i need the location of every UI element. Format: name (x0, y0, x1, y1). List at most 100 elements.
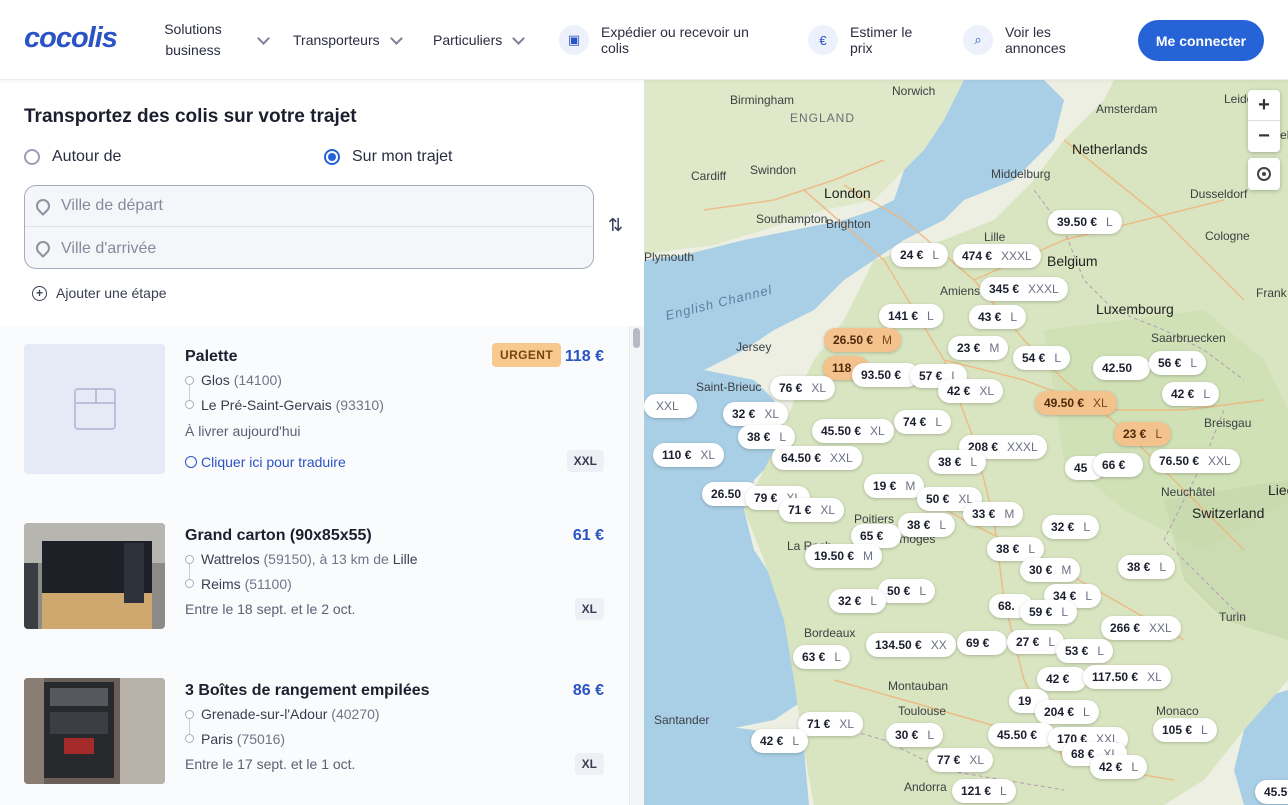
nav-transporteurs[interactable]: Transporteurs (293, 0, 403, 80)
map-price-chip[interactable]: 42 € XL (938, 379, 1004, 403)
departure-placeholder: Ville de départ (61, 197, 163, 214)
map-price-chip[interactable]: 19 € M (864, 474, 925, 498)
map-price-chip[interactable]: 54 € L (1013, 346, 1071, 370)
map-price-chip[interactable]: 45.50 (1255, 780, 1288, 804)
map-price-chip[interactable]: 74 € L (894, 410, 952, 434)
map-price-chip[interactable]: 345 € XXXL (980, 277, 1068, 301)
chip-price: 117.50 € (1092, 670, 1139, 684)
map-price-chip[interactable]: 32 € L (829, 589, 887, 613)
listing-card[interactable]: Grand carton (90x85x55) 61 € Wattrelos (… (0, 505, 628, 665)
map-price-chip[interactable]: 45.50 € XL (812, 419, 894, 443)
translate-link[interactable]: Cliquer ici pour traduire (185, 454, 346, 470)
swap-arrows-icon[interactable]: ⇅ (608, 215, 623, 236)
map-price-chip[interactable]: 117.50 € XL (1083, 665, 1171, 689)
map-label: Montauban (888, 679, 949, 693)
map-price-chip[interactable]: 42 € L (1162, 382, 1220, 406)
map-price-chip[interactable]: 43 € L (969, 305, 1027, 329)
map-price-chip[interactable]: 77 € XL (928, 748, 994, 772)
nav-solutions-business[interactable]: Solutions business (157, 0, 270, 80)
map-price-chip[interactable]: 30 € M (1020, 558, 1081, 582)
map-label: Swindon (750, 163, 797, 177)
map-price-chip-urgent[interactable]: 26.50 € M (824, 328, 902, 352)
listing-title[interactable]: Grand carton (90x85x55) (185, 527, 372, 545)
nav-see-listings[interactable]: ⌕ Voir les annonces (963, 0, 1077, 80)
radio-on-route[interactable]: Sur mon trajet (324, 148, 452, 166)
map-price-chip[interactable]: 42.50 (1093, 356, 1151, 380)
map-price-chip-urgent[interactable]: 23 € L (1114, 422, 1172, 446)
chip-size: L (870, 594, 878, 608)
chip-size: XXL (830, 451, 853, 465)
map-price-chip[interactable]: 30 € L (886, 723, 944, 747)
nav-ship-or-receive[interactable]: ▣ Expédier ou recevoir un colis (559, 0, 771, 80)
map-price-chip[interactable]: 53 € L (1056, 639, 1114, 663)
map-price-chip[interactable]: 38 € L (898, 513, 956, 537)
radio-button[interactable] (24, 149, 40, 165)
nav-particuliers[interactable]: Particuliers (433, 0, 526, 80)
map-price-chip[interactable]: 38 € L (1118, 555, 1176, 579)
map-price-chip[interactable]: 105 € L (1153, 718, 1217, 742)
map-price-chip[interactable]: 71 € XL (779, 498, 845, 522)
map-view[interactable]: Birmingham Norwich ENGLAND Amsterdam Lei… (644, 80, 1288, 805)
chip-price: 32 € (1051, 520, 1075, 534)
package-icon (73, 388, 116, 430)
map-label: Birmingham (730, 93, 795, 107)
cocolis-logo[interactable]: cocolis (24, 22, 118, 55)
add-step-button[interactable]: + Ajouter une étape (32, 285, 167, 301)
map-price-chip[interactable]: 93.50 € (852, 363, 920, 387)
map-price-chip[interactable]: 32 € L (1042, 515, 1100, 539)
chip-price: 42 € (947, 384, 971, 398)
nav-estimate-price[interactable]: € Estimer le prix (808, 0, 920, 80)
listing-title[interactable]: Palette (185, 348, 237, 366)
map-price-chip[interactable]: 42 € L (751, 729, 809, 753)
map-price-chip[interactable]: 42 € L (1090, 755, 1148, 779)
listing-card[interactable]: 3 Boîtes de rangement empilées 86 € Gren… (0, 660, 628, 805)
listing-photo (24, 678, 165, 784)
map-price-chip[interactable]: 76.50 € XXL (1150, 449, 1240, 473)
map-price-chip[interactable]: 474 € XXXL (953, 244, 1041, 268)
map-price-chip[interactable]: 24 € L (891, 243, 949, 267)
chip-size: M (905, 479, 916, 493)
map-price-chip[interactable]: XXL (644, 394, 697, 418)
scrollbar-thumb[interactable] (633, 328, 640, 348)
map-price-chip[interactable]: 141 € L (879, 304, 943, 328)
euro-icon: € (808, 25, 838, 55)
map-price-chip[interactable]: 266 € XXL (1101, 616, 1181, 640)
map-price-chip[interactable]: 56 € L (1149, 351, 1207, 375)
map-price-chip[interactable]: 134.50 € XX (866, 633, 956, 657)
map-price-chip[interactable]: 110 € XL (653, 443, 725, 467)
zoom-in-button[interactable]: + (1248, 90, 1280, 121)
locate-me-button[interactable] (1248, 158, 1280, 190)
map-price-chip[interactable]: 71 € XL (798, 712, 864, 736)
map-price-chip[interactable]: 42 € (1037, 667, 1088, 691)
map-price-chip[interactable]: 45.50 € (988, 723, 1056, 747)
arrival-city-input[interactable]: Ville d'arrivée (25, 228, 593, 268)
radio-around[interactable]: Autour de (24, 148, 121, 166)
scrollbar[interactable] (629, 326, 644, 805)
map-price-chip[interactable]: 63 € L (793, 645, 851, 669)
departure-city-input[interactable]: Ville de départ (25, 186, 593, 227)
map-price-chip[interactable]: 66 € (1093, 453, 1144, 477)
map-price-chip[interactable]: 23 € M (948, 336, 1009, 360)
map-price-chip[interactable]: 19.50 € M (805, 544, 883, 568)
map-price-chip[interactable]: 39.50 € L (1048, 210, 1122, 234)
urgent-badge: URGENT (492, 343, 562, 367)
map-price-chip-urgent[interactable]: 49.50 € XL (1035, 391, 1117, 415)
map-price-chip[interactable]: 38 € L (929, 450, 987, 474)
map-price-chip[interactable]: 69 € (957, 631, 1008, 655)
map-price-chip[interactable]: 33 € M (963, 502, 1024, 526)
login-button[interactable]: Me connecter (1138, 20, 1264, 61)
listing-title[interactable]: 3 Boîtes de rangement empilées (185, 682, 430, 700)
map-price-chip[interactable]: 76 € XL (770, 376, 836, 400)
map-price-chip[interactable]: 64.50 € XXL (772, 446, 862, 470)
chip-size: XL (979, 384, 995, 398)
zoom-out-button[interactable]: − (1248, 121, 1280, 152)
map-price-chip[interactable]: 204 € L (1035, 700, 1099, 724)
map-label: Neuchâtel (1161, 485, 1216, 499)
map-price-chip[interactable]: 50 € L (878, 579, 936, 603)
listing-card[interactable]: Palette URGENT 118 € Glos (14100) Le Pré… (0, 326, 628, 486)
map-price-chip[interactable]: 32 € XL (723, 402, 789, 426)
map-price-chip[interactable]: 59 € L (1020, 600, 1078, 624)
map-price-chip[interactable]: 121 € L (952, 779, 1016, 803)
radio-button-selected[interactable] (324, 149, 340, 165)
chip-price: 19 (1018, 694, 1032, 708)
